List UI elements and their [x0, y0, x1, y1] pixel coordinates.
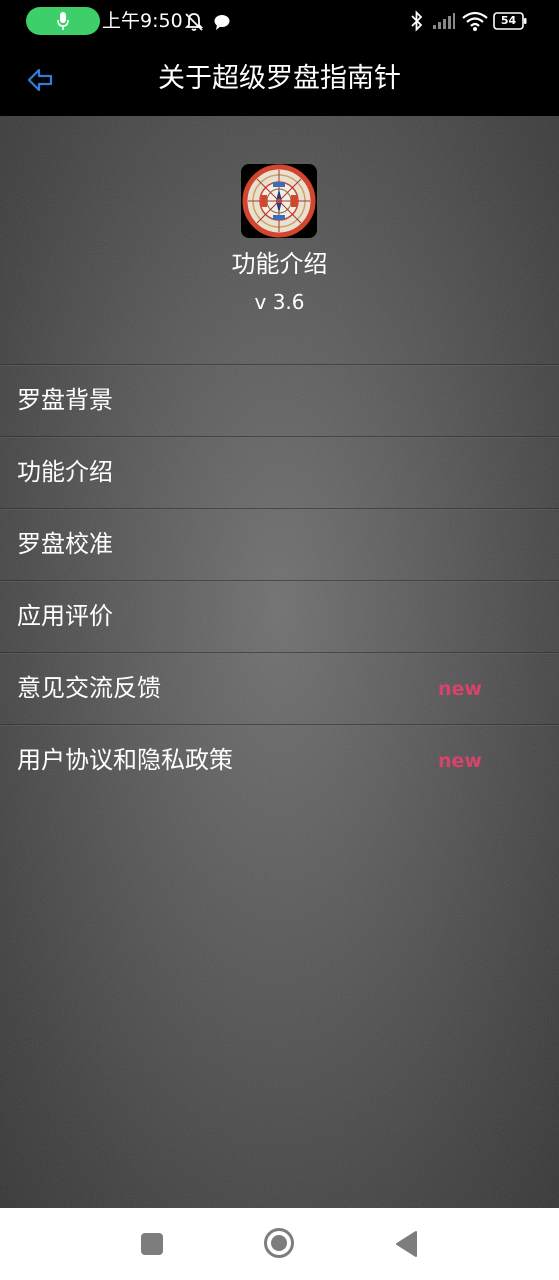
recent-apps-icon — [141, 1233, 163, 1255]
microphone-indicator[interactable] — [26, 7, 100, 35]
content-area: 功能介绍 v 3.6 罗盘背景 功能介绍 罗盘校准 应用评价 意见交流反馈 ne… — [0, 116, 559, 1208]
settings-menu: 罗盘背景 功能介绍 罗盘校准 应用评价 意见交流反馈 new 用户协议和隐私政策… — [0, 364, 559, 796]
new-badge: new — [438, 678, 482, 700]
wifi-icon — [462, 11, 488, 31]
new-badge: new — [438, 750, 482, 772]
navigation-bar — [0, 1208, 559, 1280]
menu-item-label: 功能介绍 — [17, 458, 113, 486]
microphone-icon — [57, 12, 69, 30]
home-button[interactable] — [263, 1227, 295, 1263]
app-logo — [241, 164, 317, 238]
battery-level: 54 — [500, 14, 517, 27]
cell-signal-icon — [433, 13, 455, 29]
status-bar: 上午9:50 54 — [0, 0, 559, 44]
menu-item-label: 用户协议和隐私政策 — [17, 746, 233, 774]
app-name: 功能介绍 — [231, 250, 328, 278]
menu-item-feature-intro[interactable]: 功能介绍 — [0, 436, 559, 508]
back-icon — [396, 1231, 417, 1257]
chat-icon — [214, 15, 230, 30]
menu-item-label: 罗盘背景 — [17, 386, 113, 414]
menu-item-label: 意见交流反馈 — [17, 674, 161, 702]
title-bar: 关于超级罗盘指南针 — [0, 44, 559, 116]
menu-item-compass-background[interactable]: 罗盘背景 — [0, 364, 559, 436]
screen: 上午9:50 54 关于超级罗盘指南针 功能介绍 v 3.6 罗盘背景 功能介绍… — [0, 0, 559, 1280]
recent-apps-button[interactable] — [140, 1232, 164, 1260]
menu-item-label: 应用评价 — [17, 602, 113, 630]
home-icon — [264, 1228, 294, 1258]
bluetooth-icon — [411, 10, 423, 32]
compass-logo-icon — [242, 164, 316, 238]
menu-item-privacy-policy[interactable]: 用户协议和隐私政策 new — [0, 724, 559, 796]
menu-item-feedback[interactable]: 意见交流反馈 new — [0, 652, 559, 724]
app-version: v 3.6 — [254, 290, 305, 314]
back-nav-button[interactable] — [394, 1230, 418, 1262]
status-time: 上午9:50 — [102, 10, 183, 32]
battery-icon: 54 — [493, 12, 527, 30]
page-title: 关于超级罗盘指南针 — [158, 63, 401, 94]
menu-item-compass-calibration[interactable]: 罗盘校准 — [0, 508, 559, 580]
menu-item-label: 罗盘校准 — [17, 530, 113, 558]
menu-item-app-rating[interactable]: 应用评价 — [0, 580, 559, 652]
mute-notification-icon — [184, 13, 204, 31]
